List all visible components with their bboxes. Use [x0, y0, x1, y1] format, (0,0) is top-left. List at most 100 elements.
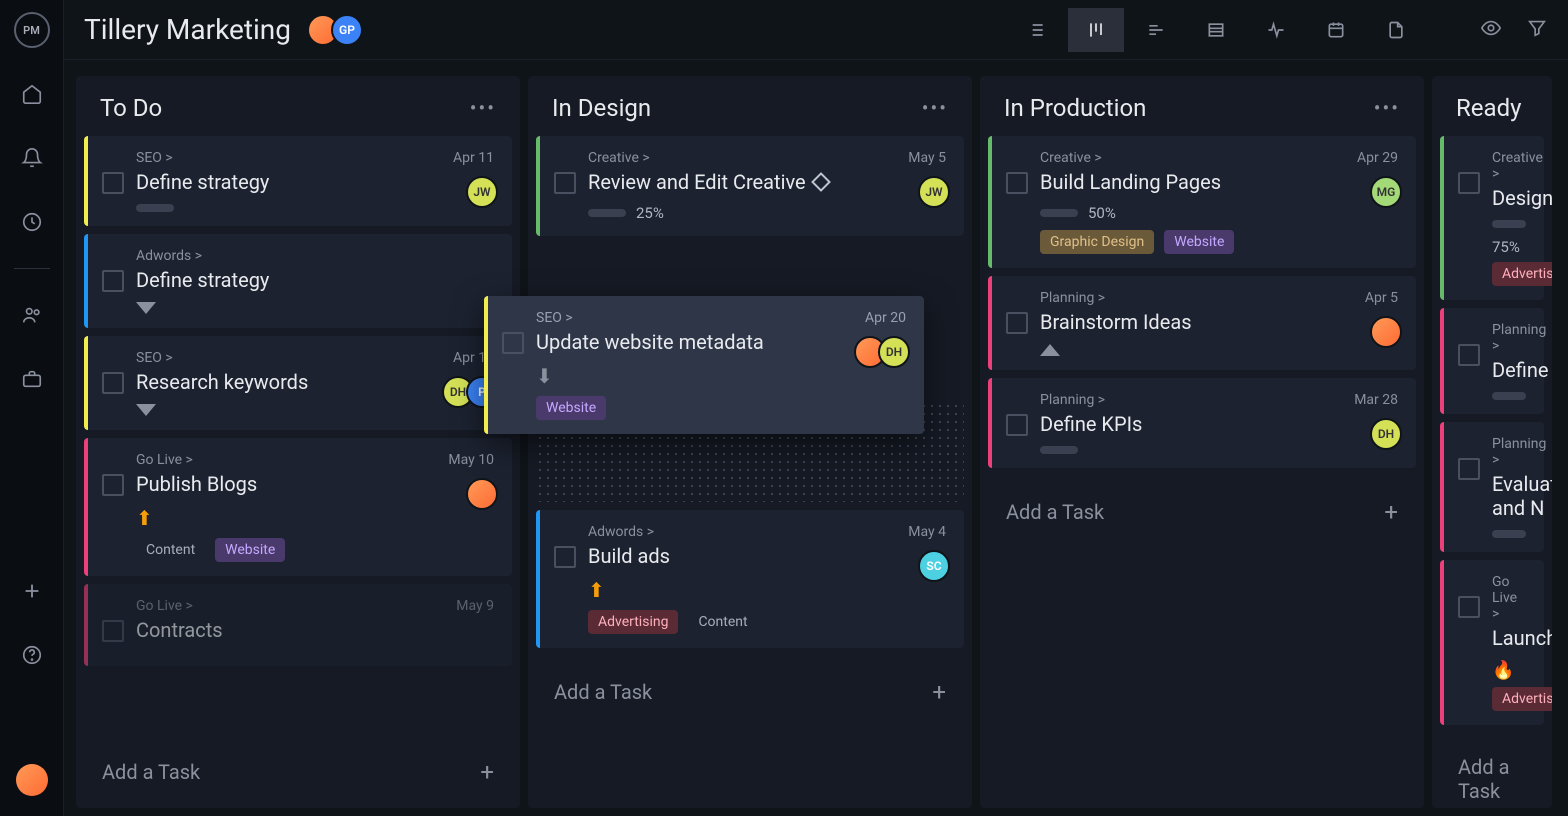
avatar[interactable]: JW — [466, 176, 498, 208]
timeline-view-tab[interactable] — [1128, 8, 1184, 52]
avatar[interactable]: DH — [1370, 418, 1402, 450]
task-checkbox[interactable] — [1006, 312, 1028, 334]
column-body[interactable]: Creative > Design 75% Advertising Planni… — [1432, 136, 1552, 808]
task-category: Planning > — [1040, 290, 1398, 306]
column-body[interactable]: Creative > Review and Edit Creative 25% … — [528, 136, 972, 808]
task-checkbox[interactable] — [1458, 458, 1480, 480]
column-title: In Design — [552, 94, 651, 122]
task-checkbox[interactable] — [102, 620, 124, 642]
tag[interactable]: Website — [536, 396, 606, 420]
column-menu-icon[interactable]: ••• — [1374, 96, 1400, 120]
home-icon[interactable] — [14, 76, 50, 112]
column-in-production: In Production ••• Creative > Build Landi… — [980, 76, 1424, 808]
priority-low-icon — [136, 302, 156, 314]
task-checkbox[interactable] — [1006, 172, 1028, 194]
help-icon[interactable] — [14, 637, 50, 673]
task-checkbox[interactable] — [554, 172, 576, 194]
task-checkbox[interactable] — [1006, 414, 1028, 436]
priority-medium-icon — [1040, 344, 1060, 356]
tag[interactable]: Graphic Design — [1040, 230, 1154, 254]
dragging-card[interactable]: SEO > Update website metadata ⬇ Website … — [484, 296, 924, 434]
progress-bar — [1492, 530, 1526, 538]
progress-bar — [1040, 209, 1078, 217]
add-task-button[interactable]: Add a Task + — [988, 484, 1416, 540]
avatar[interactable]: SC — [918, 550, 950, 582]
filter-icon[interactable] — [1526, 17, 1548, 43]
task-checkbox[interactable] — [1458, 596, 1480, 618]
task-checkbox[interactable] — [102, 372, 124, 394]
add-task-button[interactable]: Add a Task + — [536, 664, 964, 720]
task-card[interactable]: Adwords > Build ads ⬆ Advertising Conten… — [536, 510, 964, 648]
task-card[interactable]: Creative > Design 75% Advertising — [1440, 136, 1544, 300]
task-card[interactable]: SEO > Define strategy Apr 11 JW — [84, 136, 512, 226]
task-category: Go Live > — [136, 452, 494, 468]
column-menu-icon[interactable]: ••• — [470, 96, 496, 120]
team-icon[interactable] — [14, 297, 50, 333]
column-body[interactable]: SEO > Define strategy Apr 11 JW Adwords … — [76, 136, 520, 736]
task-checkbox[interactable] — [102, 474, 124, 496]
briefcase-icon[interactable] — [14, 361, 50, 397]
tag[interactable]: Content — [136, 538, 205, 562]
add-icon[interactable] — [14, 573, 50, 609]
column-menu-icon[interactable]: ••• — [922, 96, 948, 120]
avatar[interactable] — [466, 478, 498, 510]
plus-icon: + — [932, 678, 946, 706]
avatar[interactable]: MG — [1370, 176, 1402, 208]
task-checkbox[interactable] — [554, 546, 576, 568]
user-avatar[interactable] — [16, 764, 48, 796]
task-checkbox[interactable] — [502, 332, 524, 354]
priority-critical-icon: 🔥 — [1492, 660, 1514, 681]
add-task-button[interactable]: Add a Task + — [84, 744, 512, 800]
task-card[interactable]: Creative > Review and Edit Creative 25% … — [536, 136, 964, 236]
topbar: Tillery Marketing GP — [64, 0, 1568, 60]
list-view-tab[interactable] — [1008, 8, 1064, 52]
task-card[interactable]: Adwords > Define strategy — [84, 234, 512, 328]
tag[interactable]: Advertising — [588, 610, 678, 634]
column-body[interactable]: Creative > Build Landing Pages 50% Graph… — [980, 136, 1424, 808]
tag[interactable]: Advertising — [1492, 262, 1552, 286]
task-card[interactable]: Go Live > Contracts May 9 — [84, 584, 512, 666]
avatar[interactable]: DH — [878, 336, 910, 368]
task-checkbox[interactable] — [1458, 344, 1480, 366]
task-card[interactable]: Planning > Define — [1440, 308, 1544, 414]
task-card[interactable]: Creative > Build Landing Pages 50% Graph… — [988, 136, 1416, 268]
task-card[interactable]: Go Live > Publish Blogs ⬆ Content Websit… — [84, 438, 512, 576]
add-task-button[interactable]: Add a Task — [1440, 741, 1544, 808]
task-card[interactable]: Planning > Define KPIs Mar 28 DH — [988, 378, 1416, 468]
milestone-icon — [811, 172, 831, 192]
tag[interactable]: Content — [688, 610, 757, 634]
task-title: Research keywords — [136, 370, 494, 394]
task-card[interactable]: Planning > Evaluate and N — [1440, 422, 1544, 552]
progress-text: 25% — [636, 204, 664, 222]
calendar-view-tab[interactable] — [1308, 8, 1364, 52]
avatar[interactable] — [1370, 316, 1402, 348]
tag[interactable]: Website — [1164, 230, 1234, 254]
eye-icon[interactable] — [1480, 17, 1502, 43]
files-view-tab[interactable] — [1368, 8, 1424, 52]
progress-text: 50% — [1088, 204, 1116, 222]
task-checkbox[interactable] — [102, 270, 124, 292]
task-title: Design — [1492, 186, 1526, 210]
task-category: Adwords > — [136, 248, 494, 264]
bell-icon[interactable] — [14, 140, 50, 176]
task-card[interactable]: Go Live > Launch 🔥 Advertising — [1440, 560, 1544, 725]
view-tabs — [1008, 8, 1424, 52]
task-checkbox[interactable] — [102, 172, 124, 194]
task-card[interactable]: SEO > Research keywords Apr 13 DH P — [84, 336, 512, 430]
tag[interactable]: Advertising — [1492, 687, 1552, 711]
app-logo[interactable]: PM — [14, 12, 50, 48]
table-view-tab[interactable] — [1188, 8, 1244, 52]
column-in-design: In Design ••• Creative > Review and Edit… — [528, 76, 972, 808]
task-card[interactable]: Planning > Brainstorm Ideas Apr 5 — [988, 276, 1416, 370]
task-checkbox[interactable] — [1458, 172, 1480, 194]
activity-view-tab[interactable] — [1248, 8, 1304, 52]
tag[interactable]: Website — [215, 538, 285, 562]
column-header: In Design ••• — [528, 76, 972, 136]
avatar[interactable]: GP — [331, 14, 363, 46]
avatar[interactable]: JW — [918, 176, 950, 208]
header-avatar-group[interactable]: GP — [315, 14, 363, 46]
column-todo: To Do ••• SEO > Define strategy Apr 11 J… — [76, 76, 520, 808]
kanban-board[interactable]: To Do ••• SEO > Define strategy Apr 11 J… — [64, 60, 1568, 816]
clock-icon[interactable] — [14, 204, 50, 240]
board-view-tab[interactable] — [1068, 8, 1124, 52]
